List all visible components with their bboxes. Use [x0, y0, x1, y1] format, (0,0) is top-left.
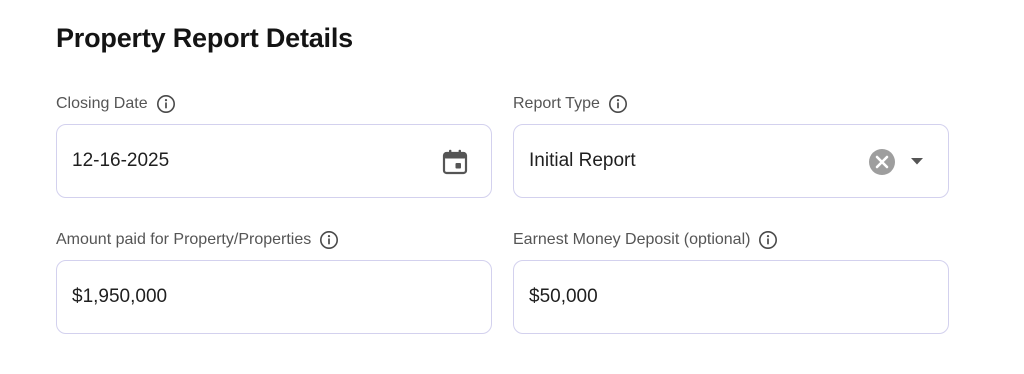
earnest-money-label-row: Earnest Money Deposit (optional)	[513, 229, 778, 251]
info-icon[interactable]	[608, 94, 628, 114]
info-icon[interactable]	[758, 230, 778, 250]
earnest-money-input[interactable]: $50,000	[529, 286, 948, 308]
closing-date-input[interactable]: 12-16-2025	[72, 150, 491, 172]
earnest-money-label: Earnest Money Deposit (optional)	[513, 231, 751, 248]
page-title: Property Report Details	[56, 23, 353, 53]
closing-date-label-row: Closing Date	[56, 93, 176, 115]
report-type-label-row: Report Type	[513, 93, 628, 115]
info-icon[interactable]	[156, 94, 176, 114]
closing-date-label: Closing Date	[56, 95, 148, 112]
amount-paid-input[interactable]: $1,950,000	[72, 286, 491, 308]
earnest-money-field[interactable]: $50,000	[513, 260, 949, 334]
closing-date-field[interactable]: 12-16-2025	[56, 124, 492, 198]
info-icon[interactable]	[319, 230, 339, 250]
chevron-down-icon[interactable]	[910, 156, 924, 166]
calendar-icon[interactable]	[441, 148, 469, 176]
amount-paid-label: Amount paid for Property/Properties	[56, 231, 312, 248]
report-type-label: Report Type	[513, 95, 600, 112]
amount-paid-field[interactable]: $1,950,000	[56, 260, 492, 334]
report-type-select[interactable]: Initial Report	[513, 124, 949, 198]
amount-paid-label-row: Amount paid for Property/Properties	[56, 229, 339, 251]
clear-icon[interactable]	[868, 148, 896, 176]
